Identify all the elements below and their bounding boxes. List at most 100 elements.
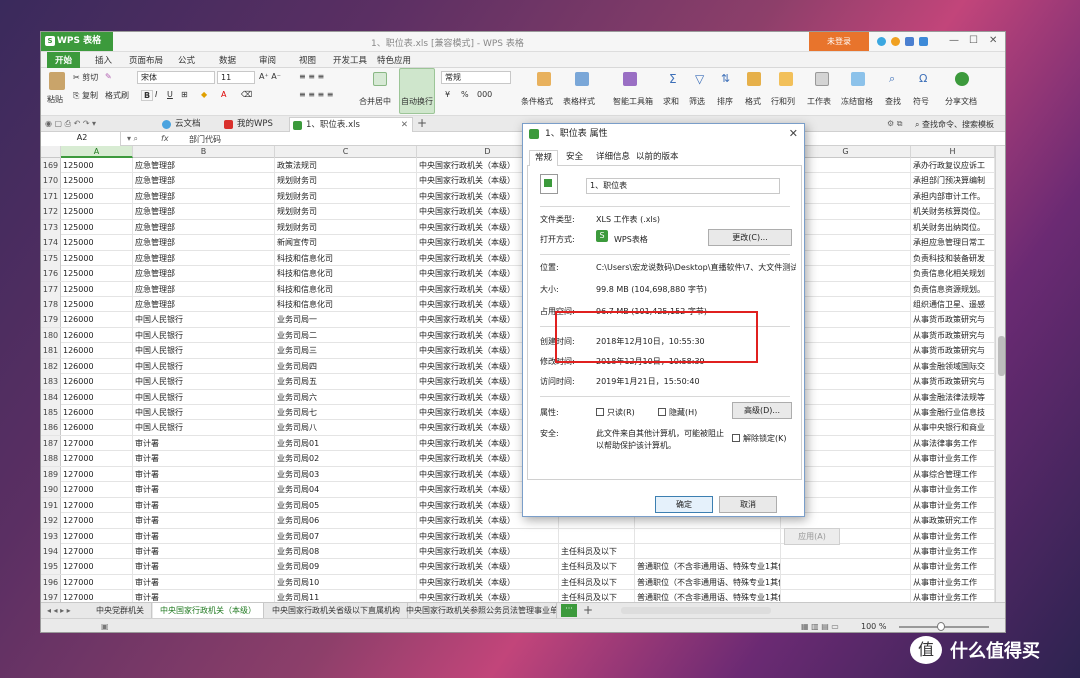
help-icon[interactable] [905, 37, 914, 46]
cell-a[interactable]: 125000 [61, 204, 133, 220]
cell-c[interactable]: 业务司局五 [275, 374, 417, 390]
scroll-thumb[interactable] [998, 336, 1005, 376]
vertical-scrollbar[interactable] [995, 146, 1005, 602]
cell-a[interactable]: 127000 [61, 466, 133, 482]
cell-c[interactable]: 业务司局03 [275, 466, 417, 482]
cell-a[interactable]: 127000 [61, 482, 133, 498]
menu-developer[interactable]: 开发工具 [333, 54, 367, 66]
unblock-label[interactable]: 解除锁定(K) [743, 433, 787, 444]
cell-b[interactable]: 中国人民银行 [133, 358, 275, 374]
cell-e[interactable]: 主任科员及以下 [559, 590, 635, 602]
freeze-button[interactable]: 冻结窗格 [841, 96, 873, 107]
cell-h[interactable]: 从事金融法律法规等 [911, 389, 995, 405]
row-number[interactable]: 177 [41, 281, 61, 297]
cell-h[interactable]: 从事政策研究工作 [911, 513, 995, 529]
cell-h[interactable]: 从事货币政策研究与 [911, 374, 995, 390]
sheet-nav-icons[interactable]: ◂ ◂ ▸ ▸ [47, 606, 71, 615]
col-header-c[interactable]: C [275, 146, 417, 158]
cell-f[interactable]: 普通职位（不含非通用语、特殊专业1其他职位 [635, 590, 781, 602]
cell-e[interactable]: 主任科员及以下 [559, 559, 635, 575]
row-number[interactable]: 172 [41, 204, 61, 220]
cell-f[interactable] [635, 528, 781, 544]
cell-b[interactable]: 审计署 [133, 451, 275, 467]
cell-d[interactable]: 中央国家行政机关（本级） [417, 574, 559, 590]
cell-c[interactable]: 业务司局05 [275, 497, 417, 513]
format-painter-button[interactable]: 格式刷 [105, 90, 129, 101]
sheet-tab-3[interactable]: 中央国家行政机关省级以下直属机构 [265, 603, 408, 618]
row-number[interactable]: 182 [41, 358, 61, 374]
row-number[interactable]: 169 [41, 158, 61, 173]
sort-button[interactable]: 排序 [717, 96, 733, 107]
row-number[interactable]: 180 [41, 327, 61, 343]
share-icon[interactable] [955, 72, 969, 86]
cell-b[interactable]: 应急管理部 [133, 188, 275, 204]
percent-button[interactable]: % [461, 90, 469, 99]
row-number[interactable]: 187 [41, 435, 61, 451]
cell-a[interactable]: 125000 [61, 296, 133, 312]
grow-font-icon[interactable]: A⁺ A⁻ [259, 72, 281, 81]
cell-c[interactable]: 规划财务司 [275, 173, 417, 189]
format-icon[interactable] [747, 72, 761, 86]
wrap-text-button[interactable] [399, 68, 435, 114]
sort-icon[interactable]: ⇅ [721, 72, 730, 85]
row-number[interactable]: 196 [41, 574, 61, 590]
tab-security[interactable]: 安全 [561, 150, 588, 166]
menu-view[interactable]: 视图 [299, 54, 316, 66]
cell-e[interactable]: 主任科员及以下 [559, 543, 635, 559]
cell-a[interactable]: 126000 [61, 343, 133, 359]
worksheet-button[interactable]: 工作表 [807, 96, 831, 107]
spreadsheet-grid[interactable]: A B C D E F G H 169125000应急管理部政策法规司中央国家行… [41, 146, 995, 602]
tab-previous-versions[interactable]: 以前的版本 [631, 150, 684, 166]
cell-h[interactable]: 从事中央银行和商业 [911, 420, 995, 436]
formula-input[interactable]: 部门代码 [189, 134, 221, 145]
row-number[interactable]: 195 [41, 559, 61, 575]
zoom-slider-handle[interactable] [937, 622, 945, 631]
menu-page-layout[interactable]: 页面布局 [129, 54, 163, 66]
row-number[interactable]: 175 [41, 250, 61, 266]
cell-e[interactable] [559, 528, 635, 544]
new-tab-icon[interactable]: + [417, 116, 427, 130]
cell-c[interactable]: 科技和信息化司 [275, 281, 417, 297]
menu-special[interactable]: 特色应用 [377, 54, 411, 66]
cell-h[interactable]: 从事金融行业信息技 [911, 405, 995, 420]
menu-insert[interactable]: 插入 [95, 54, 112, 66]
tab-file[interactable]: 1、职位表.xls ✕ [289, 117, 413, 132]
cell-a[interactable]: 127000 [61, 528, 133, 544]
underline-button[interactable]: U [167, 90, 173, 99]
bold-button[interactable]: B [141, 90, 154, 101]
tab-tools-icons[interactable]: ⚙ ⧉ [887, 119, 902, 129]
thousands-button[interactable]: 000 [477, 90, 492, 99]
zoom-level[interactable]: 100 % [861, 622, 886, 631]
cell-h[interactable]: 从事审计业务工作 [911, 482, 995, 498]
cell-e[interactable]: 主任科员及以下 [559, 574, 635, 590]
sum-icon[interactable]: Σ [669, 72, 677, 86]
feedback-icon[interactable] [891, 37, 900, 46]
align-left-icon[interactable]: ≡ ≡ ≡ ≡ [299, 90, 333, 99]
unblock-checkbox[interactable] [732, 434, 740, 442]
cell-b[interactable]: 应急管理部 [133, 173, 275, 189]
menu-review[interactable]: 审阅 [259, 54, 276, 66]
cell-b[interactable]: 审计署 [133, 435, 275, 451]
row-number[interactable]: 183 [41, 374, 61, 390]
cell-c[interactable]: 业务司局06 [275, 513, 417, 529]
row-number[interactable]: 179 [41, 312, 61, 328]
row-number[interactable]: 193 [41, 528, 61, 544]
cell-b[interactable]: 审计署 [133, 482, 275, 498]
cell-h[interactable]: 负责信息化相关规划 [911, 266, 995, 282]
cell-c[interactable]: 业务司局一 [275, 312, 417, 328]
cell-a[interactable]: 126000 [61, 327, 133, 343]
minimize-icon[interactable]: — [949, 35, 959, 46]
cell-a[interactable]: 127000 [61, 543, 133, 559]
cell-h[interactable]: 负责信息资源规划。 [911, 281, 995, 297]
skin-icon[interactable] [877, 37, 886, 46]
font-size-select[interactable]: 11 [217, 71, 255, 84]
cell-d[interactable]: 中央国家行政机关（本级） [417, 528, 559, 544]
cell-c[interactable]: 规划财务司 [275, 219, 417, 235]
select-all-corner[interactable] [41, 146, 61, 158]
change-button[interactable]: 更改(C)... [708, 229, 792, 246]
cell-h[interactable]: 从事审计业务工作 [911, 590, 995, 602]
share-button[interactable]: 分享文档 [945, 96, 977, 107]
cell-h[interactable]: 负责科技和装备研发 [911, 250, 995, 266]
row-number[interactable]: 189 [41, 466, 61, 482]
row-number[interactable]: 176 [41, 266, 61, 282]
